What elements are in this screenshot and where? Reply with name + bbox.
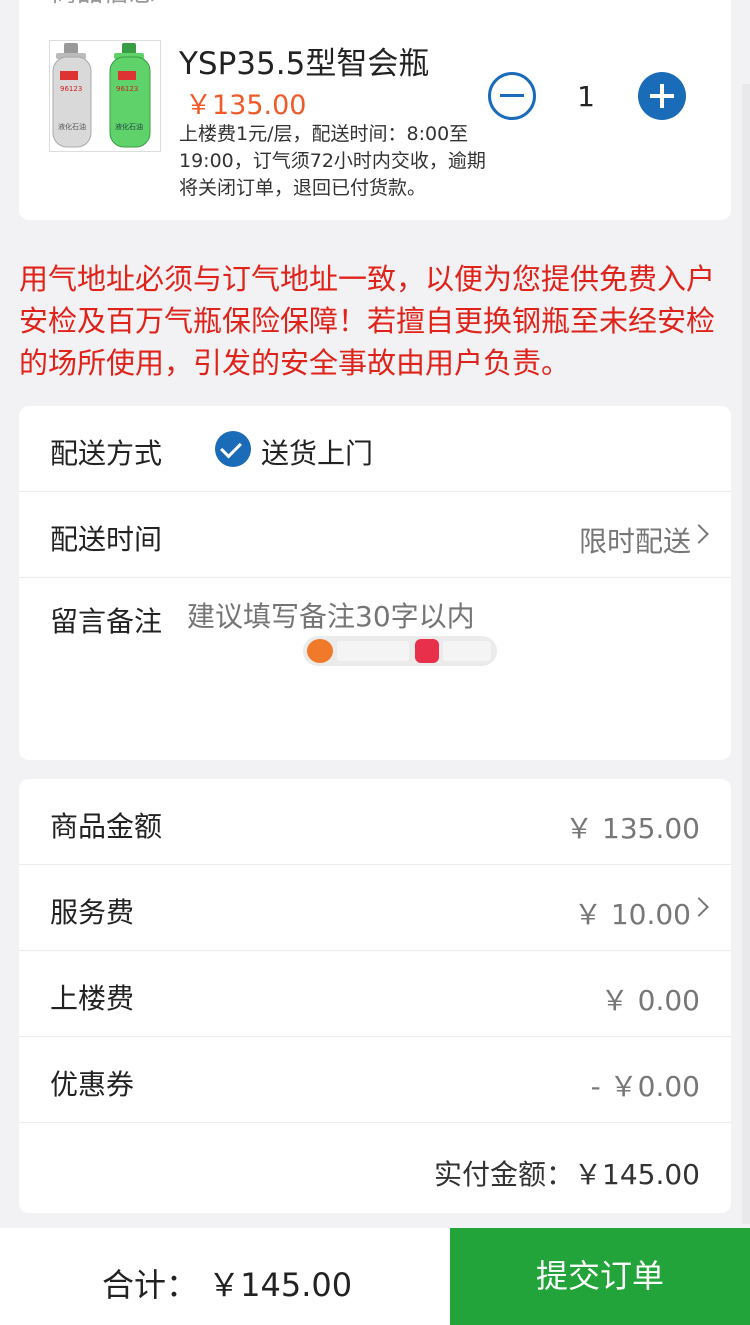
- sum-total: 合计： ￥145.00: [102, 1266, 353, 1304]
- actual-payment-row: 实付金额：￥145.00: [19, 1123, 731, 1213]
- increase-quantity-button[interactable]: [638, 72, 686, 120]
- note-input[interactable]: [187, 600, 687, 633]
- svg-text:液化石油: 液化石油: [115, 122, 143, 131]
- product-price: ￥135.00: [185, 90, 307, 121]
- decrease-quantity-button[interactable]: [488, 72, 536, 120]
- svg-text:96123: 96123: [116, 85, 138, 93]
- gas-cylinder-image: 96123 液化石油 96123 液化石油: [52, 43, 151, 148]
- product-card: 商品信息 96123 液化石油 96123 液化石油 YSP35.5型智会瓶 ￥…: [19, 0, 731, 220]
- delivery-method-label: 配送方式: [50, 437, 163, 470]
- delivery-method-row: 配送方式 送货上门: [19, 406, 731, 492]
- fee-card: 商品金额 ￥ 135.00 服务费 ￥ 10.00 上楼费 ￥ 0.00 优惠券…: [19, 779, 731, 1213]
- quantity-value: 1: [577, 80, 595, 113]
- product-description: 上楼费1元/层，配送时间：8:00至19:00，订气须72小时内交收，逾期将关闭…: [179, 123, 486, 199]
- fee-value: - ￥0.00: [590, 1070, 700, 1103]
- fee-value: ￥ 135.00: [565, 812, 700, 845]
- chevron-right-icon: [689, 897, 709, 917]
- fee-value: ￥ 10.00: [573, 898, 691, 931]
- fee-label: 服务费: [50, 896, 135, 929]
- fee-row-stairs: 上楼费 ￥ 0.00: [19, 951, 731, 1037]
- fee-value: ￥ 0.00: [600, 984, 700, 1017]
- actual-payment-amount: 实付金额：￥145.00: [434, 1158, 700, 1191]
- watermark-text-block: [443, 641, 491, 661]
- fee-label: 商品金额: [50, 810, 163, 843]
- fee-row-goods: 商品金额 ￥ 135.00: [19, 779, 731, 865]
- fee-row-service[interactable]: 服务费 ￥ 10.00: [19, 865, 731, 951]
- section-title: 商品信息: [51, 0, 155, 9]
- delivery-card: 配送方式 送货上门 配送时间 限时配送 留言备注: [19, 406, 731, 760]
- delivery-time-row[interactable]: 配送时间 限时配送: [19, 492, 731, 578]
- delivery-time-label: 配送时间: [50, 523, 163, 556]
- scrollbar[interactable]: [742, 84, 750, 1224]
- chevron-right-icon: [689, 524, 709, 544]
- checkmark-icon[interactable]: [215, 431, 251, 467]
- safety-warning-text: 用气地址必须与订气地址一致，以便为您提供免费入户安检及百万气瓶保险保障！若擅自更…: [19, 262, 716, 380]
- fee-row-coupon[interactable]: 优惠券 - ￥0.00: [19, 1037, 731, 1123]
- watermark-logo-icon: [415, 639, 439, 663]
- product-name: YSP35.5型智会瓶: [179, 46, 430, 82]
- watermark-text-block: [337, 641, 409, 661]
- note-label: 留言备注: [50, 605, 163, 638]
- fee-label: 优惠券: [50, 1068, 135, 1101]
- delivery-method-option[interactable]: 送货上门: [261, 432, 373, 472]
- svg-text:液化石油: 液化石油: [58, 122, 86, 131]
- svg-text:96123: 96123: [60, 85, 82, 93]
- fee-label: 上楼费: [50, 982, 135, 1015]
- watermark: [303, 636, 497, 666]
- delivery-time-value: 限时配送: [578, 525, 691, 558]
- product-image: 96123 液化石油 96123 液化石油: [49, 40, 161, 152]
- submit-order-button[interactable]: 提交订单: [450, 1228, 750, 1325]
- watermark-logo-icon: [307, 639, 333, 663]
- bottom-bar: 合计： ￥145.00 提交订单: [0, 1228, 750, 1325]
